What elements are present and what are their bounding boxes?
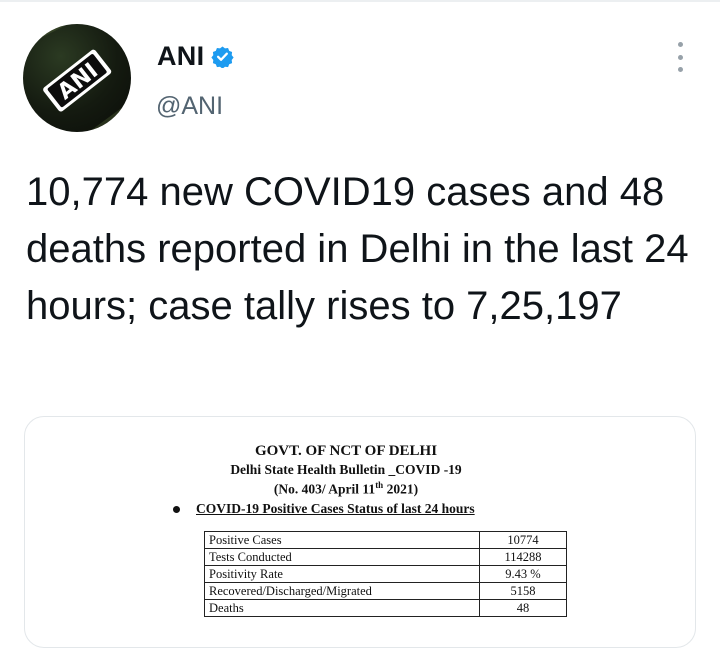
bullet-icon bbox=[173, 505, 180, 513]
row-value: 114288 bbox=[479, 548, 567, 566]
table-row: Deaths 48 bbox=[204, 599, 567, 617]
author-handle[interactable]: @ANI bbox=[156, 92, 223, 121]
bulletin-section: COVID-19 Positive Cases Status of last 2… bbox=[173, 501, 475, 517]
row-label: Recovered/Discharged/Migrated bbox=[204, 582, 480, 600]
row-label: Deaths bbox=[204, 599, 480, 617]
row-value: 48 bbox=[479, 599, 567, 617]
row-label: Positive Cases bbox=[204, 531, 480, 549]
bulletin-number: (No. 403/ April 11th 2021) bbox=[273, 480, 419, 497]
table-row: Recovered/Discharged/Migrated 5158 bbox=[204, 582, 567, 600]
author-name[interactable]: ANI bbox=[157, 41, 204, 72]
table-row: Tests Conducted 114288 bbox=[204, 548, 567, 566]
avatar[interactable]: ANI bbox=[23, 24, 131, 132]
row-label: Positivity Rate bbox=[204, 565, 480, 583]
row-label: Tests Conducted bbox=[204, 548, 480, 566]
table-row: Positivity Rate 9.43 % bbox=[204, 565, 567, 583]
author-name-row[interactable]: ANI bbox=[157, 40, 235, 72]
media-card[interactable]: GOVT. OF NCT OF DELHI Delhi State Health… bbox=[24, 416, 696, 648]
verified-badge-icon bbox=[211, 45, 235, 68]
stats-table: Positive Cases 10774 Tests Conducted 11428… bbox=[204, 531, 567, 617]
row-value: 9.43 % bbox=[479, 565, 567, 583]
tweet-text: 10,774 new COVID19 cases and 48 deaths r… bbox=[26, 170, 689, 328]
ani-logo-icon: ANI bbox=[23, 24, 131, 132]
table-row: Positive Cases 10774 bbox=[204, 531, 567, 549]
row-value: 5158 bbox=[479, 582, 567, 600]
top-divider bbox=[0, 0, 720, 2]
bulletin-heading: GOVT. OF NCT OF DELHI bbox=[254, 443, 438, 459]
more-options-icon[interactable] bbox=[671, 42, 689, 72]
section-title: COVID-19 Positive Cases Status of last 2… bbox=[196, 501, 475, 516]
bulletin-image: GOVT. OF NCT OF DELHI Delhi State Health… bbox=[25, 417, 695, 647]
bulletin-subheading: Delhi State Health Bulletin _COVID -19 bbox=[230, 462, 462, 477]
row-value: 10774 bbox=[479, 531, 567, 549]
